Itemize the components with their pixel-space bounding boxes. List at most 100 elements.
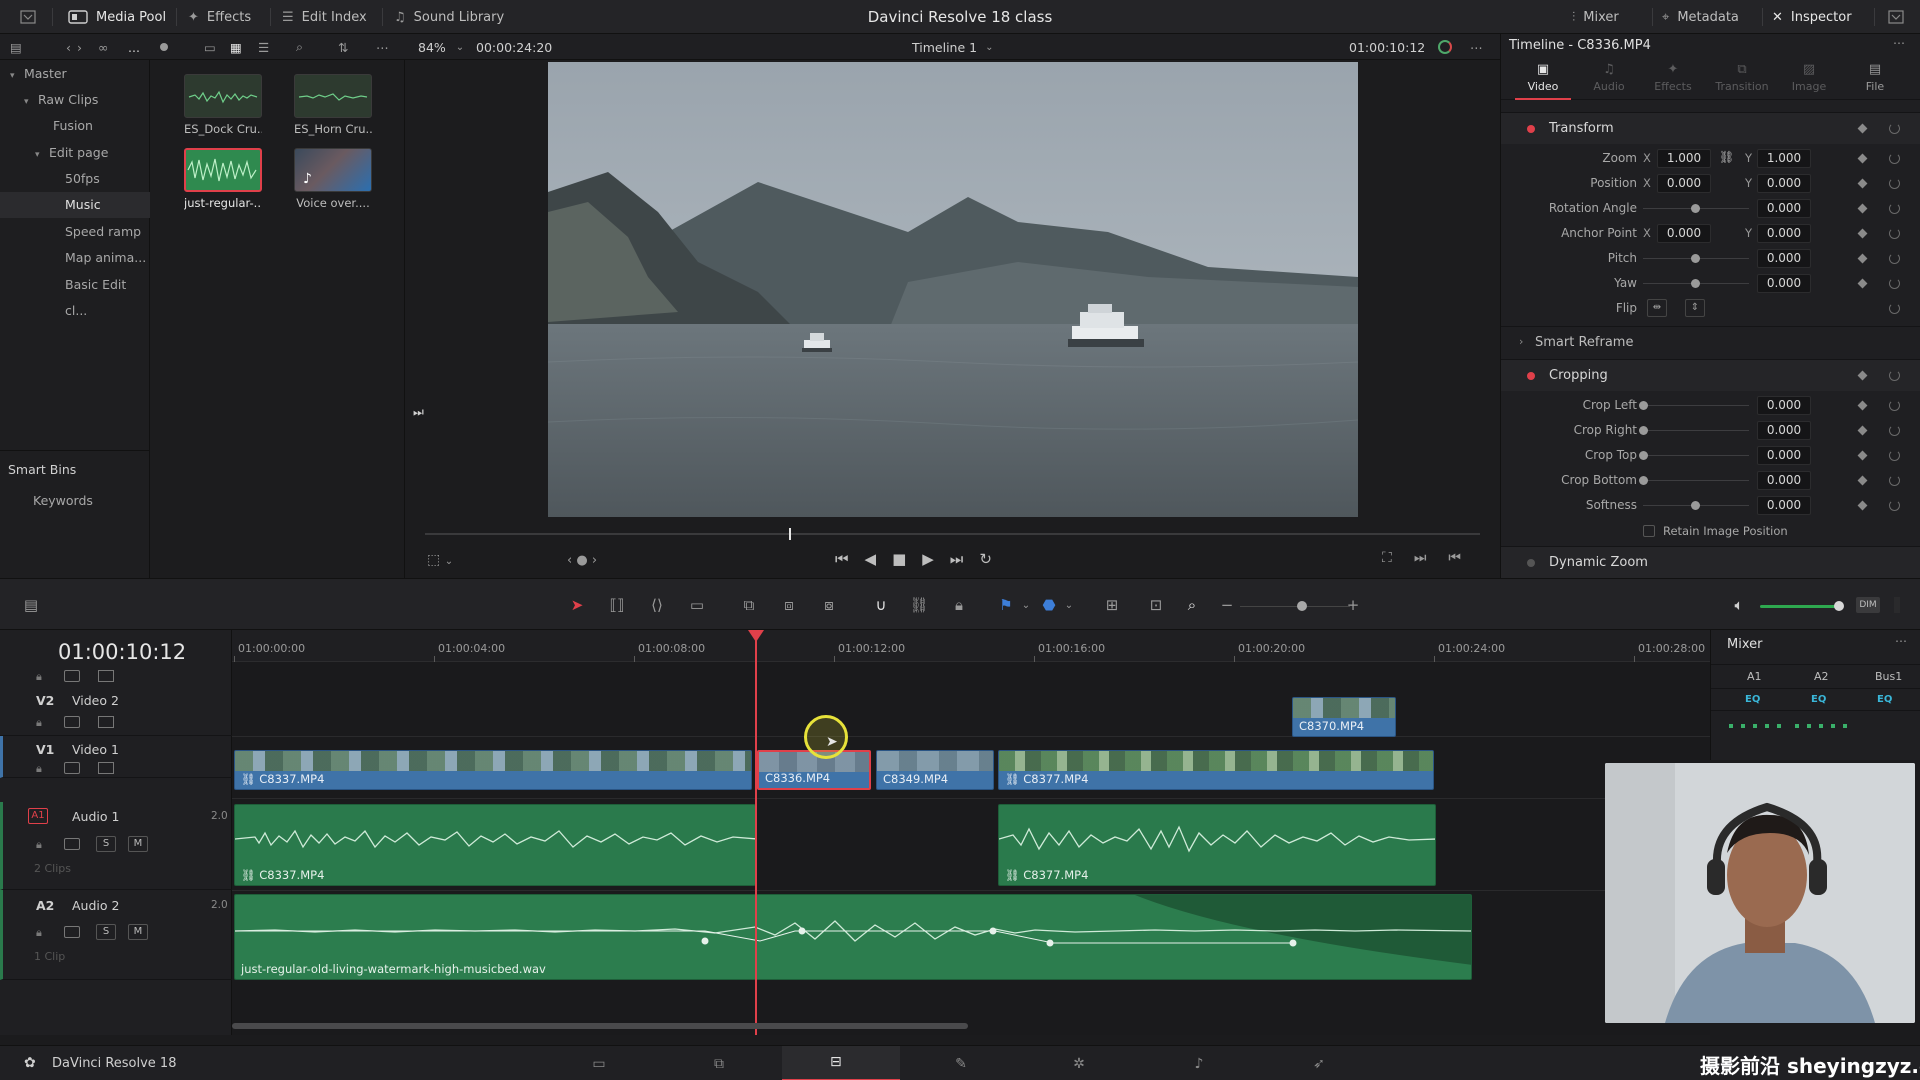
timeline-select[interactable]: Timeline 1 ⌄: [912, 34, 993, 60]
edit-page-button[interactable]: ⊟: [782, 1046, 900, 1080]
crop-right-slider[interactable]: [1643, 430, 1749, 431]
track-name[interactable]: Video 1: [72, 742, 119, 757]
nav-arrows[interactable]: ‹ ›: [66, 34, 82, 60]
effects-button[interactable]: ✦ Effects: [188, 0, 251, 34]
cut-page-button[interactable]: ⧉: [708, 1055, 730, 1073]
viewer-mode-button[interactable]: ⬚ ⌄: [427, 552, 453, 568]
video-clip[interactable]: C8349.MP4: [876, 750, 994, 790]
edit-index-button[interactable]: ☰ Edit Index: [282, 0, 367, 34]
pool-options-button[interactable]: ⋯: [376, 34, 389, 60]
eq-button[interactable]: EQ: [1877, 694, 1892, 705]
scrubber-bar[interactable]: [425, 528, 1480, 540]
metadata-button[interactable]: ⌖ Metadata: [1662, 0, 1739, 34]
crop-left-slider[interactable]: [1643, 405, 1749, 406]
crop-bottom-slider[interactable]: [1643, 480, 1749, 481]
keyframe-icon[interactable]: [1857, 278, 1868, 289]
flip-horizontal-button[interactable]: ⇹: [1647, 299, 1667, 317]
bin-basic-edit[interactable]: Basic Edit cl...: [0, 272, 150, 318]
video-clip[interactable]: ⛓ C8377.MP4: [998, 750, 1434, 790]
eq-button[interactable]: EQ: [1745, 694, 1760, 705]
sidebar-toggle-button[interactable]: ▤: [10, 34, 22, 60]
bin-edit-page[interactable]: ▾ Edit page: [0, 140, 150, 166]
lock-icon[interactable]: 🔒︎: [36, 670, 42, 684]
tab-effects[interactable]: ✦ Effects: [1645, 62, 1701, 93]
viewer-options-button[interactable]: ⋯: [1470, 34, 1483, 60]
reset-icon[interactable]: [1889, 228, 1900, 239]
mixer-options-button[interactable]: ⋯: [1895, 634, 1907, 648]
list-view-button[interactable]: ☰: [258, 34, 269, 60]
reset-icon[interactable]: [1889, 500, 1900, 511]
overwrite-clip-button[interactable]: ⧈: [778, 595, 800, 615]
crop-top-slider-knob[interactable]: [1639, 451, 1648, 460]
flip-vertical-button[interactable]: ⇕: [1685, 299, 1705, 317]
auto-track-select-icon[interactable]: [64, 670, 80, 682]
keyframe-icon[interactable]: [1857, 153, 1868, 164]
audio-clip[interactable]: ⛓ C8337.MP4: [234, 804, 756, 886]
reset-icon[interactable]: [1889, 123, 1900, 134]
auto-track-select-icon[interactable]: [64, 926, 80, 938]
color-wheel-button[interactable]: [1438, 34, 1452, 60]
selection-tool-button[interactable]: ➤: [566, 595, 588, 615]
mute-button[interactable]: M: [128, 924, 148, 940]
record-dot-button[interactable]: [160, 34, 168, 60]
timeline-view-options-button[interactable]: ▤: [18, 595, 44, 615]
metadata-view-button[interactable]: ▭: [204, 34, 216, 60]
keyframe-icon[interactable]: [1857, 425, 1868, 436]
sound-library-button[interactable]: ♫ Sound Library: [394, 0, 504, 34]
viewer-zoom-select[interactable]: 84% ⌄: [418, 34, 464, 60]
zoom-out-button[interactable]: −: [1216, 595, 1238, 615]
auto-track-select-icon[interactable]: [64, 838, 80, 850]
tab-file[interactable]: ▤ File: [1847, 62, 1903, 93]
bin-speed-ramp[interactable]: Speed ramp: [0, 219, 150, 245]
crop-bottom-field[interactable]: 0.000: [1757, 471, 1811, 490]
rotation-field[interactable]: 0.000: [1757, 199, 1811, 218]
tab-video[interactable]: ▣ Video: [1515, 62, 1571, 100]
smart-bin-keywords[interactable]: Keywords: [0, 488, 150, 514]
yaw-field[interactable]: 0.000: [1757, 274, 1811, 293]
track-name[interactable]: Video 2: [72, 693, 119, 708]
crop-right-field[interactable]: 0.000: [1757, 421, 1811, 440]
timeline-playhead[interactable]: [755, 630, 757, 1035]
position-x-field[interactable]: 0.000: [1657, 174, 1711, 193]
volume-slider-knob[interactable]: [1834, 601, 1844, 611]
audio-clip[interactable]: ⛓ C8377.MP4: [998, 804, 1436, 886]
marker-dropdown[interactable]: ⌄: [1058, 595, 1080, 615]
trim-tool-button[interactable]: ⟦⟧: [606, 595, 628, 615]
fusion-page-button[interactable]: ✎: [950, 1055, 972, 1073]
keyframe-icon[interactable]: [1857, 253, 1868, 264]
thumbnail-view-button[interactable]: ▦: [230, 34, 242, 60]
transform-section-header[interactable]: Transform: [1501, 112, 1920, 144]
keyframe-icon[interactable]: [1857, 400, 1868, 411]
search-button[interactable]: ⌕: [296, 34, 303, 60]
media-page-button[interactable]: ▭: [588, 1055, 610, 1073]
timeline-zoom-slider[interactable]: [1240, 606, 1350, 607]
keyframe-icon[interactable]: [1857, 123, 1868, 134]
lock-icon[interactable]: 🔒︎: [36, 838, 42, 852]
position-y-field[interactable]: 0.000: [1757, 174, 1811, 193]
link-icon[interactable]: ⛓: [1719, 150, 1734, 164]
play-reverse-button[interactable]: ◀: [865, 550, 877, 568]
pitch-slider-knob[interactable]: [1691, 254, 1700, 263]
next-frame-icon[interactable]: ⏭: [413, 405, 424, 420]
keyframe-icon[interactable]: [1857, 228, 1868, 239]
flag-dropdown[interactable]: ⌄: [1015, 595, 1037, 615]
track-visibility-icon[interactable]: [98, 716, 114, 728]
audio-clip[interactable]: just-regular-old-living-watermark-high-m…: [234, 894, 1472, 980]
more-options-button[interactable]: ...: [128, 34, 140, 60]
inspector-options-button[interactable]: ⋯: [1893, 36, 1905, 50]
go-to-end-button[interactable]: ⏭: [950, 550, 964, 568]
softness-field[interactable]: 0.000: [1757, 496, 1811, 515]
media-clip-selected[interactable]: just-regular-...: [184, 148, 262, 210]
pan-indicator[interactable]: [1795, 724, 1855, 728]
enable-indicator[interactable]: [1527, 125, 1535, 133]
media-clip[interactable]: ES_Horn Cru...: [294, 74, 372, 136]
go-to-start-button[interactable]: ⏮: [835, 550, 849, 568]
replace-clip-button[interactable]: ⧇: [818, 595, 840, 615]
snapping-button[interactable]: ∪: [870, 595, 892, 615]
rotation-slider-knob[interactable]: [1691, 204, 1700, 213]
enable-indicator[interactable]: [1527, 559, 1535, 567]
panel-collapse-button[interactable]: [1888, 0, 1904, 34]
keyframe-icon[interactable]: [1857, 450, 1868, 461]
fairlight-page-button[interactable]: ♪: [1188, 1055, 1210, 1073]
tab-audio[interactable]: ♫ Audio: [1581, 62, 1637, 93]
